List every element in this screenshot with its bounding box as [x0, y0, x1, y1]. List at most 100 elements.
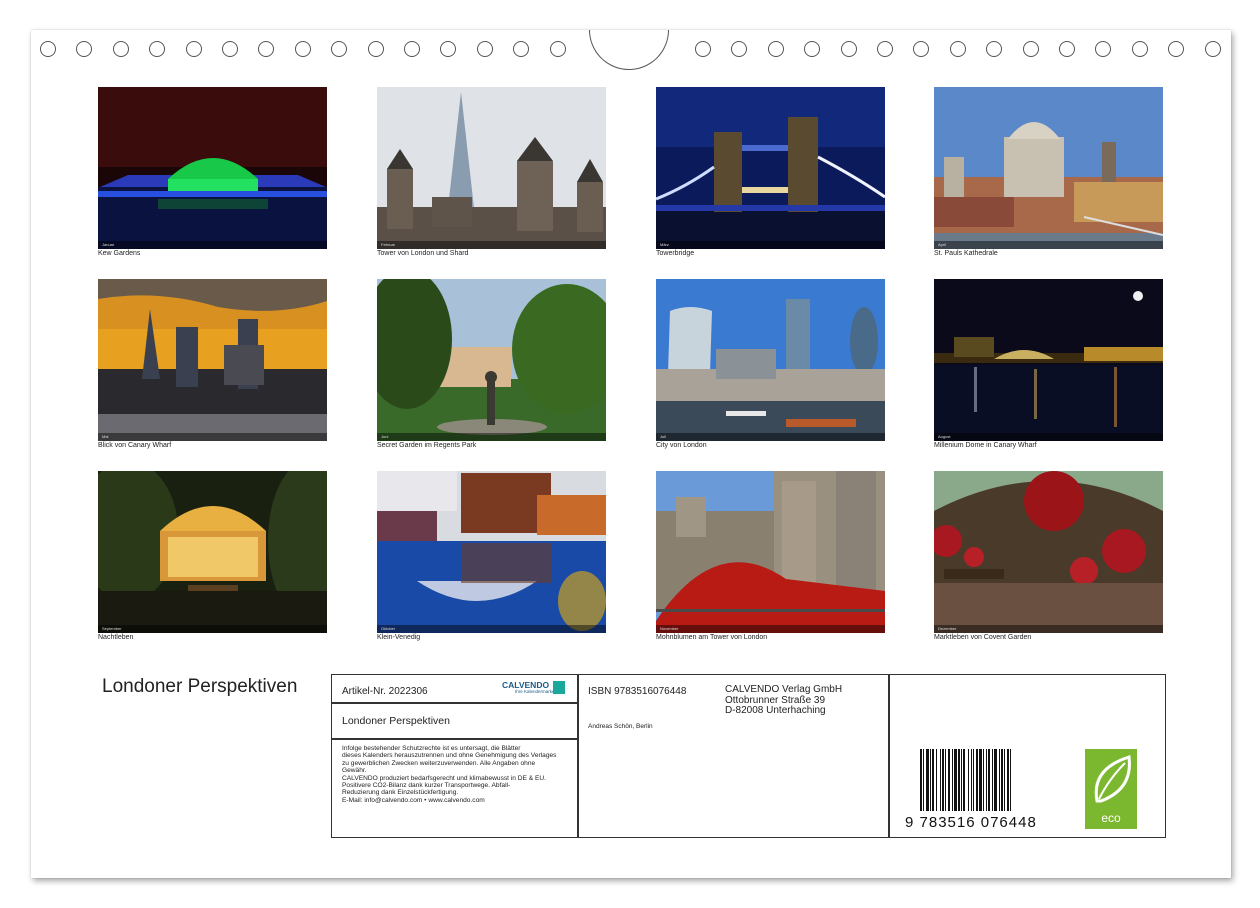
barcode-bar	[926, 749, 929, 811]
author: Andreas Schön, Berlin	[588, 723, 653, 730]
photo-canary-wharf-view: Mai	[98, 279, 327, 441]
barcode-bar	[932, 749, 934, 811]
legal-line: CALVENDO produziert bedarfsgerecht und k…	[342, 774, 547, 782]
barcode-bar	[952, 749, 953, 811]
photo-caption: City von London	[656, 442, 707, 449]
divider	[332, 702, 577, 704]
binding-hole	[1131, 41, 1148, 57]
binding-hole	[404, 41, 420, 57]
legal-line: E-Mail: info@calvendo.com • www.calvendo…	[342, 796, 485, 804]
barcode-bar	[963, 749, 965, 811]
barcode-bar	[979, 749, 982, 811]
binding-hole	[1168, 41, 1185, 57]
calvendo-logo-icon	[553, 681, 565, 694]
binding-hole	[185, 41, 202, 57]
month-strip: März	[656, 241, 885, 249]
binding-hole	[1095, 41, 1112, 57]
binding-hole	[1022, 41, 1039, 57]
photo-nachtleben: September	[98, 471, 327, 633]
photo-kew-gardens: Januar	[98, 87, 327, 249]
legal-line: dieses Kalenders herauszutrennen und ohn…	[342, 752, 557, 760]
barcode-bar	[973, 749, 974, 811]
photo-st-pauls: April	[934, 87, 1163, 249]
article-number: Artikel-Nr. 2022306	[342, 686, 428, 697]
publisher-line: D-82008 Unterhaching	[725, 705, 826, 716]
month-strip: Februar	[377, 241, 606, 249]
month-strip: Dezember	[934, 625, 1163, 633]
month-strip: Mai	[98, 433, 327, 441]
photo-caption: Towerbridge	[656, 250, 695, 257]
binding-hole	[112, 41, 129, 57]
photo-mohnblumen: November	[656, 471, 885, 633]
legal-line: Gewähr.	[342, 767, 367, 775]
photo-caption: Nachtleben	[98, 634, 134, 641]
month-strip: Oktober	[377, 625, 606, 633]
barcode-bar	[968, 749, 969, 811]
barcode	[920, 749, 1011, 811]
barcode-bar	[936, 749, 937, 811]
barcode-bar	[983, 749, 984, 811]
divider	[888, 675, 890, 837]
binding-hole	[222, 41, 238, 57]
binding-hole	[513, 41, 530, 57]
photo-caption: Millenium Dome in Canary Wharf	[934, 442, 1037, 449]
eco-label: eco	[1101, 811, 1121, 825]
photo-city-of-london: Juli	[656, 279, 885, 441]
photo-caption: Kew Gardens	[98, 250, 141, 257]
month-strip: August	[934, 433, 1163, 441]
binding-hole	[695, 41, 711, 57]
month-strip: Juni	[377, 433, 606, 441]
binding-hole	[40, 41, 56, 57]
legal-notice: Infolge bestehender Schutzrechte ist es …	[342, 745, 578, 804]
binding-hole	[877, 41, 893, 57]
photo-towerbridge: März	[656, 87, 885, 249]
month-strip: September	[98, 625, 327, 633]
barcode-bar	[994, 749, 997, 811]
legal-line: zu gewerblichen Zwecken weiterzuverwende…	[342, 759, 536, 767]
binding-hole	[986, 41, 1003, 57]
binding-hole	[331, 41, 348, 57]
binding-hole	[440, 41, 457, 57]
barcode-bar	[1004, 749, 1005, 811]
binding-hole	[476, 41, 493, 57]
photo-secret-garden: Juni	[377, 279, 606, 441]
legal-line: Infolge bestehender Schutzrechte ist es …	[342, 745, 521, 752]
barcode-bar	[945, 749, 946, 811]
calvendo-logo-sub: Ihre Kalendermarke	[515, 689, 555, 694]
barcode-bar	[940, 749, 941, 811]
binding-hole	[149, 41, 166, 57]
legal-line: Positivere CO2-Bilanz dank kurzer Transp…	[342, 782, 511, 790]
binding-hole	[840, 41, 857, 57]
binding-hole	[804, 41, 821, 57]
month-strip: November	[656, 625, 885, 633]
calendar-title: Londoner Perspektiven	[102, 676, 298, 697]
publisher-address: CALVENDO Verlag GmbH Ottobrunner Straße …	[725, 684, 843, 717]
month-strip: Juli	[656, 433, 885, 441]
binding-hole	[294, 41, 311, 57]
photo-tower-shard: Februar	[377, 87, 606, 249]
month-strip: Januar	[98, 241, 327, 249]
barcode-number: 9 783516 076448	[905, 814, 1037, 831]
barcode-bar	[1007, 749, 1009, 811]
eco-badge: eco	[1085, 749, 1137, 829]
isbn: ISBN 9783516076448	[588, 686, 687, 697]
photo-millenium-dome: August	[934, 279, 1163, 441]
barcode-bar	[992, 749, 993, 811]
photo-klein-venedig: Oktober	[377, 471, 606, 633]
binding-hole	[76, 41, 93, 57]
photo-caption: Klein-Venedig	[377, 634, 421, 641]
divider	[332, 738, 577, 740]
binding-hole	[367, 41, 384, 57]
binding-hole	[767, 41, 784, 57]
binding-hole	[731, 41, 748, 57]
barcode-bar	[954, 749, 957, 811]
leaf-icon	[1094, 755, 1131, 803]
photo-caption: Secret Garden im Regents Park	[377, 442, 477, 449]
barcode-bar	[930, 749, 931, 811]
barcode-bar	[988, 749, 990, 811]
photo-caption: St. Pauls Kathedrale	[934, 250, 998, 257]
publisher-line: CALVENDO Verlag GmbH	[725, 684, 843, 695]
binding-hole	[1204, 41, 1221, 57]
barcode-bar	[976, 749, 978, 811]
binding-hole	[258, 41, 275, 57]
